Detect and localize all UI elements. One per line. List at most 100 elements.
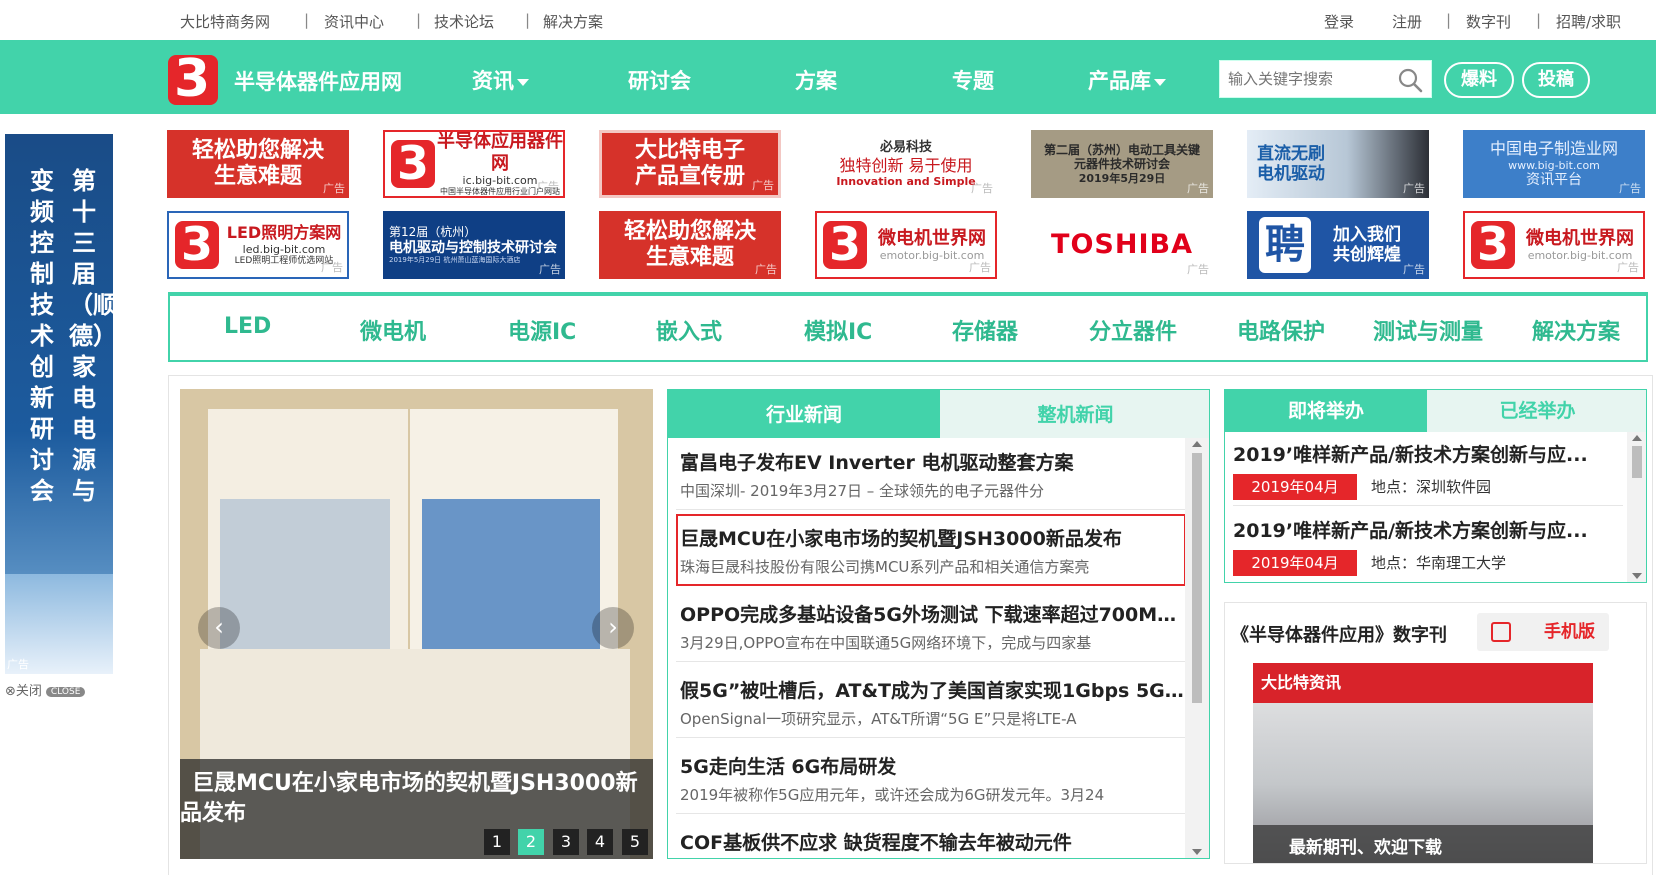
category-discrete[interactable]: 分立器件 <box>1089 314 1177 346</box>
category-test-measurement[interactable]: 测试与测量 <box>1373 314 1483 346</box>
event-title[interactable]: 2019’唯样新产品/新技术方案创新与应... <box>1233 440 1623 467</box>
event-location: 地点：华南理工大学 <box>1371 554 1507 572</box>
logo-icon: 3 <box>1471 217 1515 271</box>
news-item[interactable]: COF基板供不应求 缺货程度不输去年被动元件 <box>676 818 1186 858</box>
ad-banner-power-tools[interactable]: 第二届（苏州）电动工具关键 元器件技术研讨会 2019年5月29日 广告 <box>1031 130 1213 198</box>
topbar-link-login[interactable]: 登录 <box>1324 11 1354 32</box>
news-item-highlighted[interactable]: 巨晟MCU在小家电市场的契机暨JSH3000新品发布 珠海巨晟科技股份有限公司携… <box>676 514 1186 586</box>
disclose-button[interactable]: 爆料 <box>1444 62 1514 98</box>
news-item-summary: 3月29日,OPPO宣布在中国联通5G网络环境下，完成与四家基 <box>680 634 1092 652</box>
scroll-up-icon[interactable] <box>1192 441 1202 447</box>
slide-page-4[interactable]: 4 <box>587 829 613 855</box>
ad-line: 电机驱动与控制技术研讨会 <box>389 239 557 256</box>
news-item-title[interactable]: 巨晟MCU在小家电市场的契机暨JSH3000新品发布 <box>680 524 1184 551</box>
ad-banner-led-site[interactable]: 3 LED照明方案网 led.big-bit.com LED照明工程师优选网站 … <box>167 211 349 279</box>
topbar-link-register[interactable]: 注册 <box>1392 11 1422 32</box>
slide-page-1[interactable]: 1 <box>484 829 510 855</box>
scroll-up-icon[interactable] <box>1632 435 1642 441</box>
search-input[interactable] <box>1228 67 1393 91</box>
ad-banner-bldc[interactable]: 直流无刷 电机驱动 广告 <box>1247 130 1429 198</box>
slide-page-3[interactable]: 3 <box>553 829 579 855</box>
ad-banner-motor-seminar[interactable]: 第12届（杭州） 电机驱动与控制技术研讨会 2019年5月29日 杭州萧山蓝海国… <box>383 211 565 279</box>
news-item-title[interactable]: 5G走向生活 6G布局研发 <box>680 752 1184 779</box>
ad-tag: 广告 <box>752 179 774 192</box>
event-item[interactable]: 2019’唯样新产品/新技术方案创新与应... 2019年04月 地点：深圳软件… <box>1233 432 1623 506</box>
news-scrollbar[interactable] <box>1185 438 1209 858</box>
category-micro-motor[interactable]: 微电机 <box>360 314 426 346</box>
ad-banner-business[interactable]: 轻松助您解决 生意难题 广告 <box>167 130 349 198</box>
submit-article-button[interactable]: 投稿 <box>1522 62 1590 98</box>
tab-industry-news[interactable]: 行业新闻 <box>668 390 940 438</box>
event-item[interactable]: 2019’唯样新产品/新技术方案创新与应... 2019年04月 地点：华南理工… <box>1233 508 1623 582</box>
news-item[interactable]: 5G走向生活 6G布局研发 2019年被称作5G应用元年，或许还会成为6G研发元… <box>676 742 1186 814</box>
scrollbar-thumb[interactable] <box>1632 446 1642 478</box>
topbar-link-digital-mag[interactable]: 数字刊 <box>1466 11 1511 32</box>
topbar-link-bigbit[interactable]: 大比特商务网 <box>180 11 270 32</box>
ad-banner-join-us[interactable]: 聘 加入我们 共创辉煌 广告 <box>1247 211 1429 279</box>
news-item-title[interactable]: 富昌电子发布EV Inverter 电机驱动整套方案 <box>680 448 1184 475</box>
slide-page-2[interactable]: 2 <box>518 829 544 855</box>
magazine-title[interactable]: 《半导体器件应用》数字刊 <box>1231 621 1447 647</box>
ad-banner-emotor-2[interactable]: 3 微电机世界网 emotor.big-bit.com 广告 <box>1463 211 1645 279</box>
category-led[interactable]: LED <box>224 314 271 339</box>
mobile-version-button[interactable]: 手机版 <box>1477 613 1609 651</box>
ad-banner-toshiba[interactable]: TOSHIBA 广告 <box>1031 211 1213 279</box>
events-panel: 即将举办 已经举办 2019’唯样新产品/新技术方案创新与应... 2019年0… <box>1224 389 1647 583</box>
side-ad-banner[interactable]: 变频控制技术创新研讨会 第十三届（顺德）家电电源与 广告 <box>5 134 113 674</box>
ad-banner-emotor[interactable]: 3 微电机世界网 emotor.big-bit.com 广告 <box>815 211 997 279</box>
tab-past-events[interactable]: 已经举办 <box>1427 390 1646 432</box>
slide-page-5[interactable]: 5 <box>622 829 648 855</box>
scrollbar-thumb[interactable] <box>1192 453 1202 703</box>
nav-solutions[interactable]: 方案 <box>795 65 837 95</box>
news-item[interactable]: 假5G”被吐槽后，AT&T成为了美国首家实现1Gbps 5G... OpenSi… <box>676 666 1186 738</box>
topbar-link-jobs[interactable]: 招聘/求职 <box>1556 11 1621 32</box>
category-circuit-protection[interactable]: 电路保护 <box>1237 314 1325 346</box>
news-slideshow[interactable]: ‹ › 巨晟MCU在小家电市场的契机暨JSH3000新品发布 <box>180 389 653 859</box>
slide-next-button[interactable]: › <box>592 607 634 649</box>
topbar-separator: | <box>416 11 422 29</box>
ad-line: 微电机世界网 <box>1526 227 1634 249</box>
events-scrollbar[interactable] <box>1627 432 1646 582</box>
tab-device-news[interactable]: 整机新闻 <box>940 390 1209 438</box>
ad-line: 第12届（杭州） <box>389 225 477 240</box>
category-embedded[interactable]: 嵌入式 <box>656 314 722 346</box>
category-solutions[interactable]: 解决方案 <box>1532 314 1620 346</box>
nav-seminars[interactable]: 研讨会 <box>628 65 691 95</box>
news-item-title[interactable]: OPPO完成多基站设备5G外场测试 下载速率超过700Mbps <box>680 600 1184 627</box>
news-item[interactable]: OPPO完成多基站设备5G外场测试 下载速率超过700Mbps 3月29日,OP… <box>676 590 1186 662</box>
ad-banner-kiwi[interactable]: 必易科技 独特创新 易于使用 Innovation and Simple 广告 <box>815 130 997 198</box>
site-logo[interactable]: 3 <box>168 55 218 105</box>
ad-tag: 广告 <box>971 182 993 195</box>
nav-topics[interactable]: 专题 <box>952 65 994 95</box>
news-item-title[interactable]: 假5G”被吐槽后，AT&T成为了美国首家实现1Gbps 5G... <box>680 676 1184 703</box>
nav-product-library[interactable]: 产品库 <box>1088 65 1166 95</box>
side-ad-close-button[interactable]: ⊗关闭 CLOSE <box>5 680 86 699</box>
ad-line: 2019年5月29日 <box>1078 171 1166 185</box>
scroll-down-icon[interactable] <box>1192 849 1202 855</box>
tab-upcoming-events[interactable]: 即将举办 <box>1225 390 1427 432</box>
magazine-cover[interactable]: 大比特资讯 最新期刊、欢迎下载 <box>1253 663 1593 863</box>
site-name[interactable]: 半导体器件应用网 <box>234 66 402 96</box>
logo-icon: 3 <box>823 217 867 271</box>
ad-line: 中国电子制造业网 <box>1489 139 1618 159</box>
category-analog-ic[interactable]: 模拟IC <box>804 314 872 346</box>
ad-banner-ic-site[interactable]: 3 半导体应用器件网 ic.big-bit.com 中国半导体器件应用行业门户网… <box>383 130 565 198</box>
news-item[interactable]: 富昌电子发布EV Inverter 电机驱动整套方案 中国深圳- 2019年3月… <box>676 438 1186 510</box>
search-icon[interactable] <box>1397 67 1423 93</box>
category-power-ic[interactable]: 电源IC <box>508 314 576 346</box>
magazine-download-label[interactable]: 最新期刊、欢迎下载 <box>1289 833 1442 858</box>
nav-news[interactable]: 资讯 <box>472 65 529 95</box>
slide-prev-button[interactable]: ‹ <box>198 607 240 649</box>
topbar-link-news-center[interactable]: 资讯中心 <box>324 11 384 32</box>
category-memory[interactable]: 存储器 <box>952 314 1018 346</box>
news-item-title[interactable]: COF基板供不应求 缺货程度不输去年被动元件 <box>680 828 1184 855</box>
slide-caption[interactable]: 巨晟MCU在小家电市场的契机暨JSH3000新品发布 <box>180 769 640 829</box>
event-title[interactable]: 2019’唯样新产品/新技术方案创新与应... <box>1233 516 1623 543</box>
scroll-down-icon[interactable] <box>1632 573 1642 579</box>
topbar-link-forum[interactable]: 技术论坛 <box>434 11 494 32</box>
ad-banner-cem-net[interactable]: 中国电子制造业网 www.big-bit.com 资讯平台 广告 <box>1463 130 1645 198</box>
ad-banner-brochure[interactable]: 大比特电子 产品宣传册 广告 <box>599 130 781 198</box>
ad-line: 生意难题 <box>645 245 734 270</box>
topbar-link-solutions[interactable]: 解决方案 <box>543 11 603 32</box>
ad-banner-business-2[interactable]: 轻松助您解决 生意难题 广告 <box>599 211 781 279</box>
